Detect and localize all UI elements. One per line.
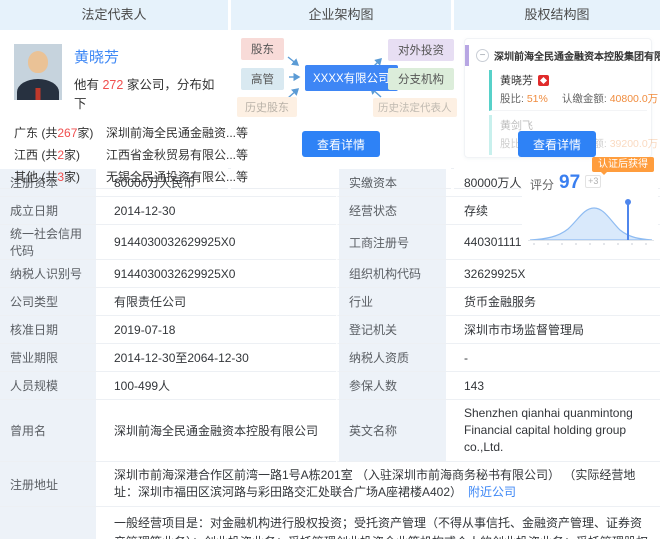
org-structure-title: 企业架构图 — [231, 0, 451, 30]
legal-representative-body: 黄晓芳 他有 272 家公司，分布如下 广东 (共267家) 深圳前海全民通金融… — [0, 30, 248, 189]
field-label: 纳税人资质 — [336, 344, 446, 372]
summary-prefix: 他有 — [74, 78, 103, 92]
region-companies: 无锡全民通投资有限公...等 — [106, 170, 249, 184]
field-label: 英文名称 — [336, 400, 446, 462]
region-label: 广东 (共267家) — [14, 126, 94, 140]
table-row: 曾用名 深圳前海全民通金融资本控股有限公司 英文名称 Shenzhen qian… — [0, 400, 660, 462]
field-label: 曾用名 — [0, 400, 96, 462]
top-panels: 法定代表人 黄晓芳 他有 272 家公司，分布如下 广东 (共267家) 深圳前… — [0, 0, 660, 189]
score-label: 评分 — [530, 178, 555, 192]
shareholder-row: 黄晓芳 股比: 51%认缴金额: 40800.0万 人民币 — [489, 70, 660, 111]
field-label: 纳税人识别号 — [0, 260, 96, 288]
field-value: - — [446, 344, 660, 372]
node-branches[interactable]: 分支机构 — [388, 68, 454, 90]
field-label: 登记机关 — [336, 316, 446, 344]
field-label: 行业 — [336, 288, 446, 316]
score-distribution-chart — [528, 199, 654, 245]
region-label: 其他 (共3家) — [14, 170, 81, 184]
field-label: 经营范围 — [0, 507, 96, 539]
table-row-business-scope: 经营范围 一般经营项目是：对金融机构进行股权投资；受托资产管理（不得从事信托、金… — [0, 507, 660, 539]
company-profile-page: 法定代表人 黄晓芳 他有 272 家公司，分布如下 广东 (共267家) 深圳前… — [0, 0, 660, 539]
field-value: 货币金融服务 — [446, 288, 660, 316]
field-value: 2019-07-18 — [96, 316, 336, 344]
org-structure-diagram: 股东 高管 历史股东 XXXX有限公司 对外投资 分支机构 历史法定代表人 查看… — [231, 30, 457, 189]
table-row-address: 注册地址 深圳市前海深港合作区前湾一路1号A栋201室 （入驻深圳市前海商务秘书… — [0, 462, 660, 507]
field-label: 人员规模 — [0, 372, 96, 400]
representative-name-link[interactable]: 黄晓芳 — [74, 46, 119, 67]
org-structure-panel: 企业架构图 股东 高管 历史股东 XXXX有限公司 对外投资 分支机构 历史法定… — [231, 0, 457, 189]
shareholder-name: 黄晓芳 — [500, 75, 533, 87]
region-companies: 江西省金秋贸易有限公...等 — [106, 148, 249, 162]
field-value: 深圳前海全民通金融资本控股有限公司 — [96, 400, 336, 462]
field-label: 成立日期 — [0, 197, 96, 225]
tie-graphic — [35, 88, 41, 100]
node-shareholders[interactable]: 股东 — [241, 38, 284, 60]
table-row: 营业期限 2014-12-30至2064-12-30 纳税人资质 - — [0, 344, 660, 372]
region-label: 江西 (共2家) — [14, 148, 81, 162]
node-history-shareholders[interactable]: 历史股东 — [237, 97, 297, 117]
node-outbound-investment[interactable]: 对外投资 — [388, 39, 454, 61]
score-widget: 评分 97 +3 — [522, 169, 658, 251]
axis-ticks — [533, 243, 647, 245]
business-scope-text: 一般经营项目是：对金融机构进行股权投资；受托资产管理（不得从事信托、金融资产管理… — [114, 516, 648, 539]
field-value: 100-499人 — [96, 372, 336, 400]
score-delta-badge: +3 — [585, 175, 602, 188]
node-company[interactable]: XXXX有限公司 — [305, 65, 398, 91]
equity-root-row: − 深圳前海全民通金融资本控股集团有限公司 — [465, 45, 660, 66]
field-value: 深圳市市场监督管理局 — [446, 316, 660, 344]
table-row: 人员规模 100-499人 参保人数 143 — [0, 372, 660, 400]
org-view-details-button[interactable]: 查看详情 — [301, 131, 381, 157]
field-label: 参保人数 — [336, 372, 446, 400]
certified-unlock-badge[interactable]: 认证后获得 — [592, 157, 654, 175]
table-row: 纳税人识别号 9144030032629925X0 组织机构代码 3262992… — [0, 260, 660, 288]
field-value: 2014-12-30至2064-12-30 — [96, 344, 336, 372]
equity-structure-title: 股权结构图 — [454, 0, 660, 30]
legal-representative-title: 法定代表人 — [0, 0, 228, 30]
field-label: 统一社会信用代码 — [0, 225, 96, 260]
field-label: 注册地址 — [0, 462, 96, 507]
company-count: 272 — [102, 78, 124, 92]
field-value: 9144030032629925X0 — [96, 225, 336, 260]
equity-root-company: 深圳前海全民通金融资本控股集团有限公司 — [494, 52, 660, 63]
shareholder-detail: 股比: 51%认缴金额: 40800.0万 人民币 — [500, 93, 660, 105]
field-value: 9144030032629925X0 — [96, 260, 336, 288]
company-count-summary: 他有 272 家公司，分布如下 — [74, 74, 218, 112]
distribution-row: 广东 (共267家) 深圳前海全民通金融资...等 — [14, 122, 248, 144]
legal-representative-panel: 法定代表人 黄晓芳 他有 272 家公司，分布如下 广东 (共267家) 深圳前… — [0, 0, 248, 189]
region-companies: 深圳前海全民通金融资...等 — [106, 126, 249, 140]
distribution-row: 其他 (共3家) 无锡全民通投资有限公...等 — [14, 166, 248, 188]
representative-info: 黄晓芳 他有 272 家公司，分布如下 — [74, 44, 218, 112]
field-label: 经营状态 — [336, 197, 446, 225]
address-text: 深圳市前海深港合作区前湾一路1号A栋201室 （入驻深圳市前海商务秘书有限公司）… — [114, 468, 636, 499]
collapse-icon[interactable]: − — [476, 49, 489, 62]
field-label: 公司类型 — [0, 288, 96, 316]
node-history-legal-rep[interactable]: 历史法定代表人 — [373, 98, 457, 117]
field-label: 组织机构代码 — [336, 260, 446, 288]
field-label: 营业期限 — [0, 344, 96, 372]
table-row: 公司类型 有限责任公司 行业 货币金融服务 — [0, 288, 660, 316]
region-distribution-list: 广东 (共267家) 深圳前海全民通金融资...等 江西 (共2家) 江西省金秋… — [0, 112, 248, 188]
node-executives[interactable]: 高管 — [241, 68, 284, 90]
score-value: 97 — [559, 172, 581, 193]
table-row: 核准日期 2019-07-18 登记机关 深圳市市场监督管理局 — [0, 316, 660, 344]
field-value-english-name: Shenzhen qianhai quanmintong Financial c… — [446, 400, 660, 462]
representative-photo — [14, 44, 62, 100]
representative-profile: 黄晓芳 他有 272 家公司，分布如下 — [0, 30, 228, 112]
field-value: 143 — [446, 372, 660, 400]
nearby-companies-link[interactable]: 附近公司 — [468, 485, 516, 499]
score-line: 评分 97 +3 — [530, 173, 658, 193]
field-value: 2014-12-30 — [96, 197, 336, 225]
field-value: 32629925X — [446, 260, 660, 288]
field-label: 核准日期 — [0, 316, 96, 344]
field-value: 有限责任公司 — [96, 288, 336, 316]
registered-address: 深圳市前海深港合作区前湾一路1号A栋201室 （入驻深圳市前海商务秘书有限公司）… — [96, 462, 660, 507]
equity-view-details-button[interactable]: 查看详情 — [517, 131, 597, 157]
field-label: 工商注册号 — [336, 225, 446, 260]
beneficial-owner-icon — [538, 74, 549, 86]
distribution-row: 江西 (共2家) 江西省金秋贸易有限公...等 — [14, 144, 248, 166]
